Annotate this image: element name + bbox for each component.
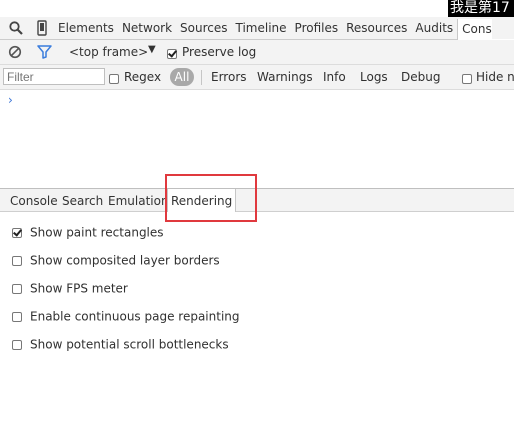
tab-elements[interactable]: Elements [54,17,118,39]
tab-audits[interactable]: Audits [411,17,457,39]
console-prompt[interactable]: › [8,93,13,107]
option-show-composited-layer-borders[interactable]: Show composited layer borders [12,253,220,268]
option-show-fps-meter[interactable]: Show FPS meter [12,281,128,296]
highlight-box [165,174,257,222]
frame-selector[interactable]: <top frame> [69,45,148,59]
tab-timeline[interactable]: Timeline [232,17,291,39]
checkbox[interactable] [12,283,22,294]
regex-label: Regex [124,70,162,84]
preserve-log-checkbox[interactable] [167,46,177,60]
hide-network-label: Hide ne [476,70,514,84]
console-toolbar: <top frame> ▼ Preserve log [0,40,514,65]
hide-network-checkbox[interactable] [462,71,472,85]
filter-separator [201,70,202,85]
tab-network[interactable]: Network [118,17,176,39]
filter-icon[interactable] [37,45,52,62]
option-scroll-bottlenecks[interactable]: Show potential scroll bottlenecks [12,337,229,352]
level-all-button[interactable]: All [170,68,194,86]
console-filter-bar: Regex All Errors Warnings Info Logs Debu… [0,65,514,90]
level-warnings-button[interactable]: Warnings [257,70,313,84]
checkbox[interactable] [12,255,22,266]
devtools-main-toolbar: Elements Network Sources Timeline Profil… [0,17,514,40]
preserve-log-label: Preserve log [182,45,257,59]
checkbox[interactable] [12,227,22,238]
device-mode-icon[interactable] [34,20,50,36]
option-show-paint-rectangles[interactable]: Show paint rectangles [12,225,164,240]
checkbox[interactable] [12,339,22,350]
option-continuous-repainting[interactable]: Enable continuous page repainting [12,309,240,324]
regex-checkbox[interactable] [109,71,119,85]
tab-sources[interactable]: Sources [176,17,231,39]
drawer-tab-console[interactable]: Console [10,189,58,211]
toolbar-overflow-area [492,17,514,39]
frame-dropdown-icon[interactable]: ▼ [148,44,156,55]
tab-resources[interactable]: Resources [342,17,411,39]
checkbox[interactable] [12,311,22,322]
level-errors-button[interactable]: Errors [211,70,247,84]
inspect-element-icon[interactable] [8,20,24,36]
level-logs-button[interactable]: Logs [360,70,388,84]
level-info-button[interactable]: Info [323,70,346,84]
drawer-tab-search[interactable]: Search [62,189,103,211]
filter-input[interactable] [3,68,105,85]
level-debug-button[interactable]: Debug [401,70,440,84]
tab-profiles[interactable]: Profiles [291,17,343,39]
clear-console-icon[interactable] [8,45,22,62]
overlay-caption: 我是第17 [448,0,514,17]
drawer-tab-emulation[interactable]: Emulation [108,189,169,211]
panel-tabs: Elements Network Sources Timeline Profil… [54,17,514,40]
drawer-tabs: Console Search Emulation Rendering [0,188,514,212]
